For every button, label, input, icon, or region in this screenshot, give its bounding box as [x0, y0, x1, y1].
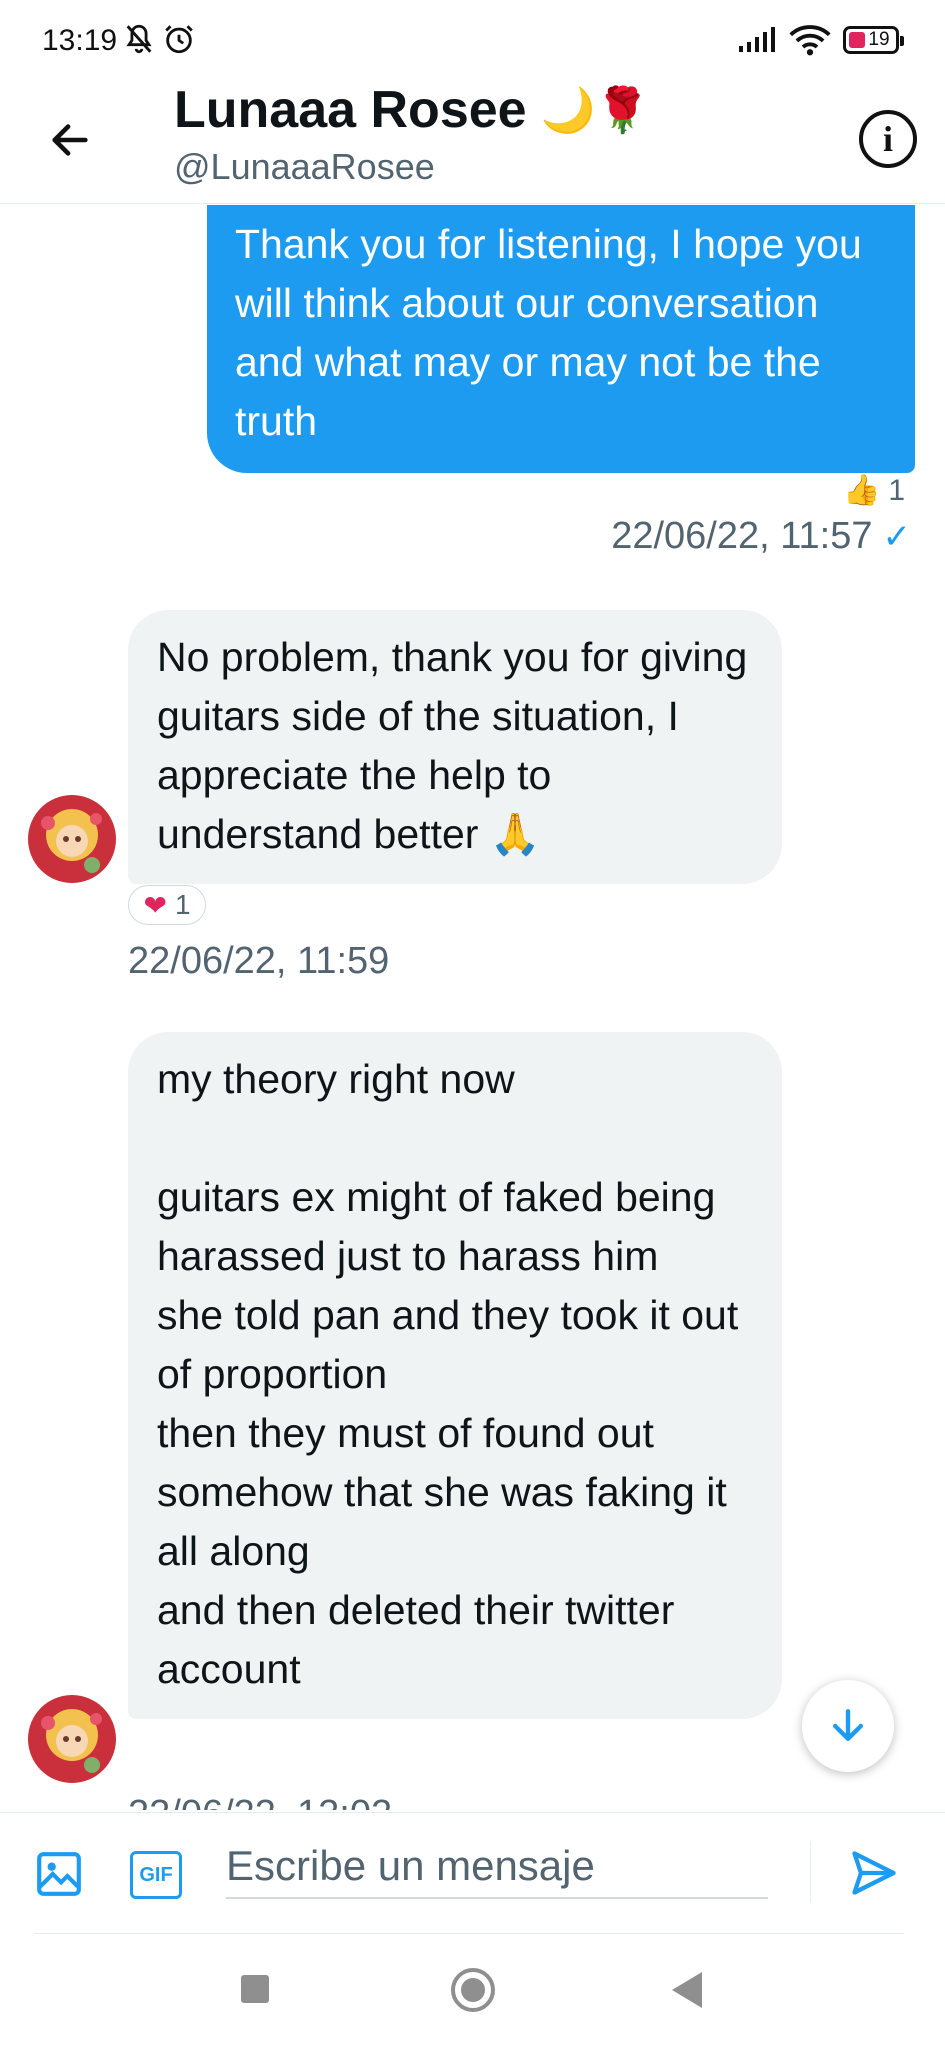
message-timestamp: 22/06/22, 12:02 — [128, 1793, 392, 1810]
back-button[interactable] — [40, 110, 100, 170]
info-button[interactable]: i — [859, 110, 917, 168]
avatar[interactable] — [28, 795, 116, 883]
send-button[interactable] — [848, 1847, 900, 1904]
send-icon — [852, 1851, 896, 1895]
compose-bar: GIF — [0, 1812, 945, 1934]
avatar[interactable] — [28, 1695, 116, 1783]
alarm-icon — [165, 25, 193, 54]
sent-check-icon: ✓ — [882, 517, 912, 556]
message-input[interactable] — [226, 1835, 768, 1899]
incoming-message-bubble[interactable]: my theory right now guitars ex might of … — [128, 1032, 782, 1719]
image-icon — [37, 1852, 81, 1896]
wifi-icon — [789, 25, 831, 56]
recents-button[interactable] — [241, 1975, 269, 2003]
message-reaction[interactable]: ❤ 1 — [128, 885, 206, 925]
battery-icon: 19 — [843, 26, 904, 54]
message-list[interactable]: Thank you for listening, I hope you will… — [0, 205, 945, 1810]
avatar-image — [28, 795, 116, 883]
message-timestamp: 22/06/22, 11:59 — [128, 940, 390, 982]
profile-name-text: Lunaaa Rosee — [174, 81, 527, 139]
battery-level: 19 — [868, 29, 890, 50]
outgoing-message-bubble[interactable]: Thank you for listening, I hope you will… — [207, 205, 915, 473]
status-icons-right: 19 — [737, 24, 904, 56]
reaction-count: 1 — [888, 473, 905, 507]
incoming-message-bubble[interactable]: No problem, thank you for giving guitars… — [128, 610, 782, 884]
gif-button[interactable]: GIF — [130, 1851, 182, 1899]
arrow-left-icon — [52, 124, 88, 156]
profile-emoji: 🌙🌹 — [540, 86, 651, 135]
profile-handle[interactable]: @LunaaaRosee — [174, 146, 435, 188]
media-button[interactable] — [34, 1849, 84, 1904]
compose-divider — [810, 1841, 811, 1903]
message-timestamp: 22/06/22, 11:57 ✓ — [611, 515, 911, 558]
mute-icon — [126, 24, 152, 54]
message-reaction[interactable]: 👍 1 — [843, 473, 905, 508]
heart-icon: ❤ — [143, 889, 167, 921]
thumbs-up-icon: 👍 — [842, 474, 881, 507]
status-time: 13:19 — [42, 24, 118, 57]
system-back-button[interactable] — [672, 1972, 702, 2008]
home-button[interactable] — [451, 1968, 495, 2012]
avatar-image — [28, 1695, 116, 1783]
scroll-to-bottom-button[interactable] — [802, 1680, 894, 1772]
reaction-count: 1 — [174, 889, 191, 920]
conversation-header: Lunaaa Rosee 🌙🌹 @LunaaaRosee i — [0, 70, 945, 204]
info-icon: i — [882, 119, 893, 159]
arrow-down-icon — [832, 1709, 864, 1742]
profile-name[interactable]: Lunaaa Rosee 🌙🌹 — [174, 80, 650, 140]
status-icons-left — [122, 22, 196, 56]
signal-icon — [739, 27, 775, 52]
timestamp-text: 22/06/22, 11:57 — [611, 515, 873, 557]
